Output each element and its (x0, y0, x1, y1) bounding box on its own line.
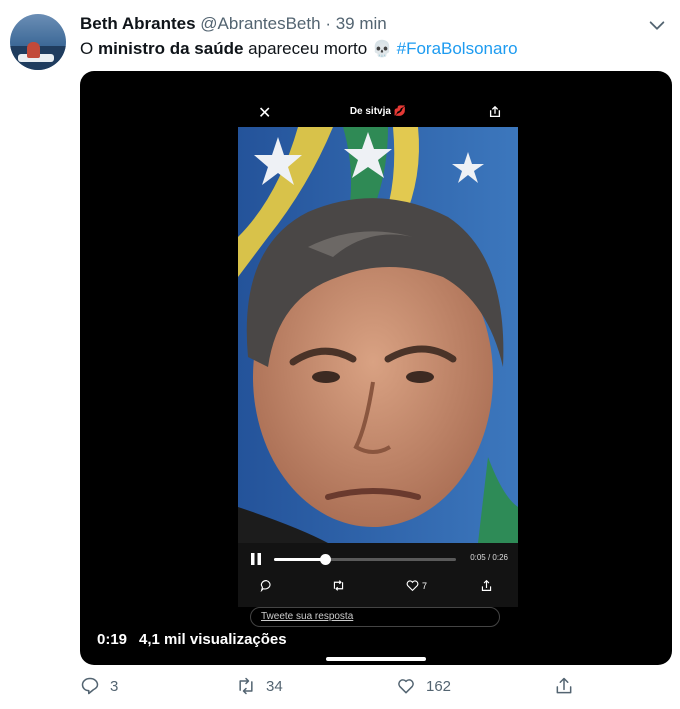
like-icon (398, 679, 414, 694)
embedded-time: 0:05 / 0:26 (470, 553, 508, 562)
embedded-reply-prompt: Tweete sua resposta (261, 611, 354, 622)
embedded-progress-bar (274, 554, 456, 565)
embedded-reply-box: Tweete sua resposta (250, 607, 500, 627)
video-frame (238, 127, 518, 543)
embedded-actions: 7 (238, 579, 518, 597)
share-button[interactable] (554, 676, 574, 696)
reply-count: 3 (110, 677, 119, 695)
share-icon (481, 579, 492, 591)
retweet-count: 34 (266, 677, 283, 695)
video-views: 4,1 mil visualizações (139, 631, 287, 648)
video-still-image (238, 127, 518, 543)
embedded-controls: 0:05 / 0:26 7 (238, 543, 518, 607)
pause-icon (251, 553, 261, 565)
reply-icon (260, 580, 271, 592)
video-player[interactable]: ✕ De sitvja 💋 0:05 / 0:26 7 Tweete sua r… (80, 71, 672, 665)
embedded-retweet (332, 579, 345, 592)
tweet-text: O ministro da saúde apareceu morto 💀 #Fo… (80, 39, 518, 59)
skull-emoji: 💀 (371, 41, 392, 58)
tweet-text-part: apareceu morto (243, 39, 372, 58)
share-icon (556, 677, 572, 694)
video-meta: 0:19 4,1 mil visualizações (97, 631, 287, 648)
share-icon (489, 105, 501, 118)
retweet-icon (333, 580, 344, 591)
retweet-icon (239, 677, 253, 695)
hashtag-link[interactable]: #ForaBolsonaro (397, 39, 518, 58)
author-handle[interactable]: @AbrantesBeth (200, 14, 320, 33)
home-indicator (326, 657, 426, 661)
tweet-actions: 3 34 162 (80, 676, 672, 702)
tweet-text-part: O (80, 39, 98, 58)
author-name[interactable]: Beth Abrantes (80, 14, 196, 33)
like-icon (406, 580, 419, 592)
embedded-top-bar: ✕ De sitvja 💋 (238, 99, 518, 127)
embedded-like: 7 (406, 579, 427, 592)
embedded-like-count: 7 (422, 580, 428, 591)
avatar-figure (27, 42, 40, 58)
tweet-time[interactable]: 39 min (336, 14, 387, 33)
like-button[interactable]: 162 (396, 676, 451, 696)
embedded-share (480, 579, 493, 592)
separator-dot: · (325, 14, 331, 33)
reply-icon (81, 677, 99, 695)
embedded-reply (260, 579, 273, 592)
embedded-progress-fill (274, 558, 325, 561)
tweet-text-bold: ministro da saúde (97, 39, 244, 58)
retweet-button[interactable]: 34 (236, 676, 283, 696)
tweet-header: Beth Abrantes @AbrantesBeth · 39 min (80, 14, 387, 36)
embedded-title: De sitvja 💋 (349, 106, 407, 117)
like-count: 162 (426, 677, 452, 695)
reply-button[interactable]: 3 (80, 676, 118, 696)
embedded-progress-knob (319, 554, 331, 565)
video-duration: 0:19 (97, 631, 128, 648)
avatar[interactable] (10, 14, 66, 70)
embedded-screen-recording: ✕ De sitvja 💋 0:05 / 0:26 7 Tweete sua r… (238, 99, 518, 665)
chevron-down-icon[interactable] (648, 16, 666, 34)
